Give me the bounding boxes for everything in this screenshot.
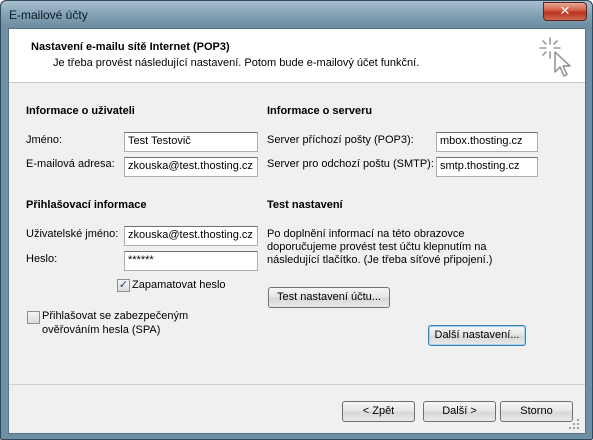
test-settings-heading: Test nastavení	[267, 199, 343, 211]
header-subtitle: Je třeba provést následující nastavení. …	[53, 57, 420, 69]
close-button[interactable]: ✕	[543, 2, 587, 21]
email-accounts-window: E-mailové účty ✕ Nastavení e-mailu sítě …	[0, 0, 593, 440]
username-label: Uživatelské jméno:	[26, 228, 119, 240]
test-description-line1: Po doplnění informací na této obrazovce	[267, 228, 465, 240]
next-button[interactable]: Další >	[423, 401, 496, 422]
dialog-header: Nastavení e-mailu sítě Internet (POP3) J…	[9, 29, 585, 83]
password-label: Heslo:	[26, 253, 58, 265]
login-info-heading: Přihlašovací informace	[26, 199, 147, 211]
cancel-button[interactable]: Storno	[500, 401, 573, 422]
name-label: Jméno:	[26, 134, 63, 146]
user-info-heading: Informace o uživateli	[26, 105, 135, 117]
more-settings-button[interactable]: Další nastavení...	[428, 325, 526, 346]
incoming-server-label: Server příchozí pošty (POP3):	[267, 134, 414, 146]
outgoing-server-field[interactable]: smtp.thosting.cz	[436, 157, 538, 177]
test-description-line3: následující tlačítko. (Je třeba síťové p…	[267, 254, 493, 266]
server-info-heading: Informace o serveru	[267, 105, 373, 117]
footer-divider	[9, 384, 585, 385]
window-title: E-mailové účty	[9, 8, 88, 22]
username-field[interactable]: zkouska@test.thosting.cz	[124, 226, 258, 246]
spa-checkbox[interactable]	[27, 311, 40, 324]
email-field[interactable]: zkouska@test.thosting.cz	[124, 157, 258, 177]
dialog-body: Nastavení e-mailu sítě Internet (POP3) J…	[8, 28, 586, 434]
resize-grip-icon[interactable]	[567, 417, 581, 431]
outgoing-server-label: Server pro odchozí poštu (SMTP):	[267, 158, 434, 170]
spa-label-line2: ověřováním hesla (SPA)	[42, 324, 161, 336]
back-button[interactable]: < Zpět	[342, 401, 415, 422]
close-icon: ✕	[559, 3, 571, 18]
incoming-server-field[interactable]: mbox.thosting.cz	[436, 132, 538, 152]
spa-label-line1: Přihlašovat se zabezpečeným	[42, 310, 189, 322]
password-field[interactable]: ******	[124, 251, 258, 271]
header-title: Nastavení e-mailu sítě Internet (POP3)	[31, 41, 230, 53]
test-account-settings-button[interactable]: Test nastavení účtu...	[268, 287, 390, 308]
remember-password-checkbox[interactable]: ✓	[117, 279, 130, 292]
wizard-cursor-icon	[539, 37, 571, 77]
email-label: E-mailová adresa:	[26, 158, 115, 170]
checkmark-icon: ✓	[118, 279, 129, 291]
remember-password-label: Zapamatovat heslo	[132, 279, 226, 291]
title-bar[interactable]: E-mailové účty ✕	[1, 1, 592, 28]
test-description-line2: doporučujeme provést test účtu klepnutím…	[267, 241, 487, 253]
name-field[interactable]: Test Testovič	[124, 132, 258, 152]
